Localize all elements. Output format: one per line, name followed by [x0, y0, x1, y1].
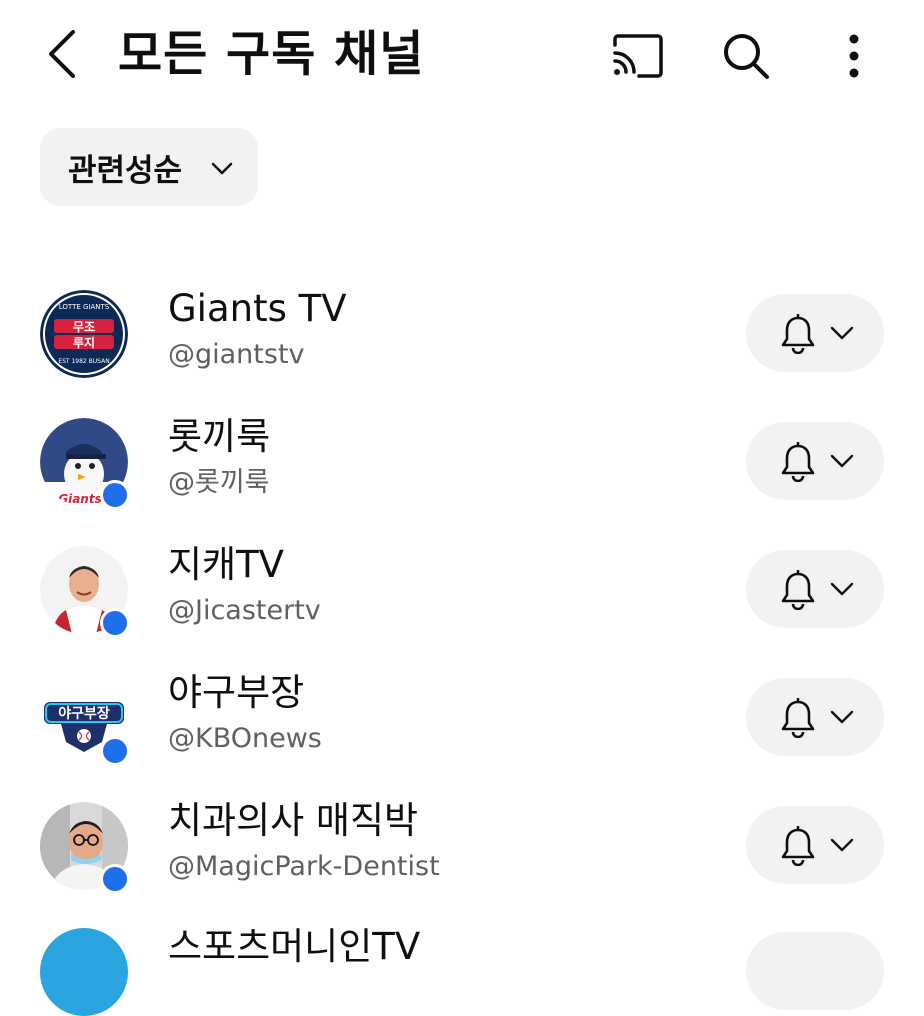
chevron-down-icon [830, 582, 854, 596]
channel-handle: @Jicastertv [168, 595, 321, 626]
channel-handle: @롯끼룩 [168, 467, 270, 498]
channel-row[interactable]: 무조 루지 LOTTE GIANTS EST 1982 BUSAN Giants… [0, 282, 924, 410]
notification-settings-button[interactable] [746, 932, 884, 1010]
bell-icon [781, 442, 815, 482]
bell-icon [781, 698, 815, 738]
channel-avatar [40, 928, 128, 1016]
bell-icon [781, 314, 815, 354]
chevron-down-icon [830, 326, 854, 340]
more-vertical-icon [849, 34, 859, 78]
notification-settings-button[interactable] [746, 678, 884, 756]
live-indicator [100, 480, 130, 510]
channel-handle: @MagicPark-Dentist [168, 851, 440, 882]
top-app-bar: 모든 구독 채널 [0, 0, 924, 110]
cast-button[interactable] [610, 28, 666, 84]
channel-row[interactable]: 야구부장 야구부장 @KBOnews [0, 666, 924, 794]
svg-text:야구부장: 야구부장 [58, 705, 110, 722]
chevron-left-icon [49, 30, 75, 78]
channel-row[interactable]: 지캐TV @Jicastertv [0, 538, 924, 666]
live-indicator [100, 864, 130, 894]
chevron-down-icon [211, 162, 233, 175]
notification-settings-button[interactable] [746, 806, 884, 884]
channel-row[interactable]: Giants 롯끼룩 @롯끼룩 [0, 410, 924, 538]
notification-settings-button[interactable] [746, 422, 884, 500]
bell-icon [781, 570, 815, 610]
svg-text:무조: 무조 [73, 320, 95, 334]
sort-dropdown[interactable]: 관련성순 [40, 128, 258, 206]
channel-name: Giants TV [168, 287, 347, 330]
svg-text:Giants: Giants [58, 492, 101, 506]
channel-name: 야구부장 [168, 671, 305, 714]
channel-handle: @giantstv [168, 339, 305, 370]
sort-label: 관련성순 [68, 152, 183, 189]
back-button[interactable] [36, 24, 86, 84]
channel-name: 치과의사 매직박 [168, 799, 419, 842]
chevron-down-icon [830, 838, 854, 852]
channel-name: 지캐TV [168, 543, 284, 586]
bell-icon [781, 826, 815, 866]
notification-settings-button[interactable] [746, 550, 884, 628]
channel-name: 롯끼룩 [168, 415, 271, 458]
svg-text:EST 1982 BUSAN: EST 1982 BUSAN [58, 358, 109, 365]
channel-row[interactable]: 치과의사 매직박 @MagicPark-Dentist [0, 794, 924, 922]
channel-row-partial[interactable]: 스포츠머니인TV [0, 920, 924, 1016]
chevron-down-icon [830, 454, 854, 468]
channel-name: 스포츠머니인TV [168, 925, 421, 968]
channel-handle: @KBOnews [168, 723, 322, 754]
notification-settings-button[interactable] [746, 294, 884, 372]
cast-icon [613, 34, 663, 78]
search-button[interactable] [718, 28, 774, 84]
live-indicator [100, 608, 130, 638]
page-title: 모든 구독 채널 [118, 26, 425, 82]
search-icon [724, 34, 769, 79]
svg-text:루지: 루지 [73, 335, 95, 350]
live-indicator [100, 736, 130, 766]
more-options-button[interactable] [826, 28, 882, 84]
chevron-down-icon [830, 710, 854, 724]
svg-text:LOTTE GIANTS: LOTTE GIANTS [59, 303, 110, 311]
channel-avatar: 무조 루지 LOTTE GIANTS EST 1982 BUSAN [40, 290, 128, 378]
